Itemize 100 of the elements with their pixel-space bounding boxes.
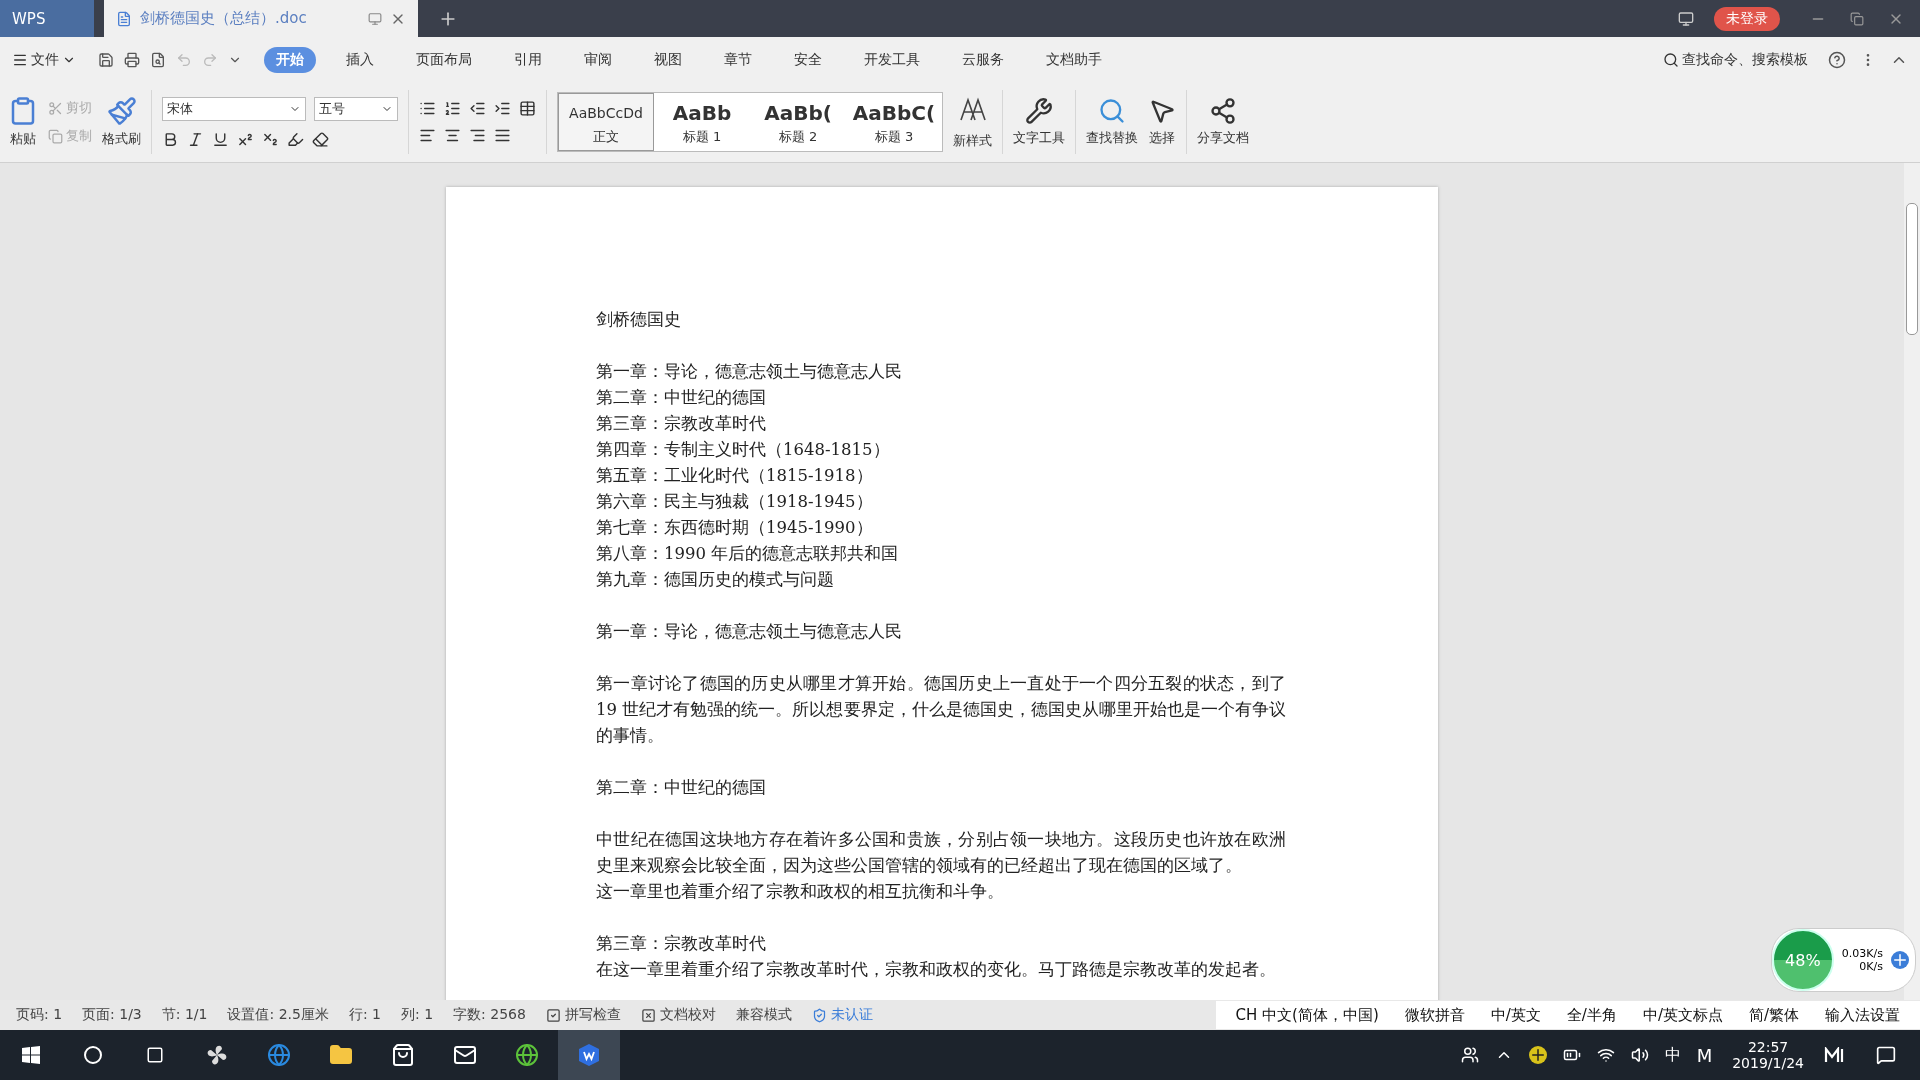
ime-option[interactable]: 输入法设置 <box>1825 1005 1900 1025</box>
document-text: 第一章讨论了德国的历史从哪里才算开始。德国历史上一直处于一个四分五裂的状态，到了 19 世纪才有勉强的统一。所以想要界定，什么是德国史，德国史从哪里开始也是一个有争议的事情。 <box>596 673 1286 747</box>
ime-option[interactable]: 中/英文标点 <box>1642 1005 1723 1025</box>
status-item: 兼容模式 <box>734 1006 793 1024</box>
highlighter-icon[interactable] <box>287 130 304 148</box>
ribbon-tab[interactable]: 章节 <box>712 46 764 73</box>
ribbon-tab[interactable]: 插入 <box>334 46 386 73</box>
status-item: 节: 1/1 <box>160 1006 209 1024</box>
ime-option[interactable]: CH 中文(简体，中国) <box>1235 1005 1379 1025</box>
align-right-icon[interactable] <box>469 127 486 144</box>
print-icon[interactable] <box>124 51 140 68</box>
scrollbar-thumb[interactable] <box>1906 203 1918 335</box>
bullet-list-icon[interactable] <box>419 100 436 117</box>
document-text: 第五章：工业化时代（1815-1918） <box>596 465 874 487</box>
document-text: 第八章：1990 年后的德意志联邦共和国 <box>596 543 900 565</box>
command-search[interactable]: 查找命令、搜索模板 <box>1663 50 1808 69</box>
document-text: 第九章：德国历史的模式与问题 <box>596 569 835 591</box>
ribbon-tab[interactable]: 文档助手 <box>1034 46 1114 73</box>
document-text: 第一章：导论，德意志领土与德意志人民 <box>596 361 903 383</box>
status-item[interactable]: 未认证 <box>801 1006 883 1024</box>
notification-icon[interactable] <box>1876 1045 1896 1065</box>
search-icon <box>1663 51 1679 68</box>
download-speed: 0K/s <box>1859 960 1883 973</box>
add-icon[interactable] <box>1891 951 1909 969</box>
format-painter-button[interactable]: 格式刷 <box>102 96 141 148</box>
document-tab[interactable]: 剑桥德国史（总结）.doc <box>104 0 418 37</box>
memory-gauge: 48% <box>1771 929 1834 991</box>
ribbon-tab[interactable]: 引用 <box>502 46 554 73</box>
status-item: 设置值: 2.5厘米 <box>226 1006 330 1024</box>
ime-option[interactable]: 简/繁体 <box>1748 1005 1799 1025</box>
ribbon-tab[interactable]: 页面布局 <box>404 46 484 73</box>
align-center-icon[interactable] <box>444 127 461 144</box>
status-item: 列: 1 <box>400 1006 435 1024</box>
select-button[interactable]: 选择 <box>1148 97 1176 147</box>
document-text: 第三章：宗教改革时代 <box>596 413 767 435</box>
paintbrush-icon <box>106 96 137 126</box>
wifi-icon[interactable] <box>1596 1046 1615 1064</box>
table-icon[interactable] <box>519 100 536 117</box>
status-item[interactable]: 文档校对 <box>630 1006 726 1024</box>
plus-icon[interactable] <box>1528 1046 1547 1064</box>
numbered-list-icon[interactable] <box>444 100 461 117</box>
document-title: 剑桥德国史 <box>596 309 682 331</box>
print-preview-icon[interactable] <box>150 51 166 68</box>
document-icon <box>116 10 132 27</box>
align-left-icon[interactable] <box>419 127 436 144</box>
app-logo-icon[interactable] <box>1824 1047 1846 1063</box>
ime-option[interactable]: 中/英文 <box>1490 1005 1541 1025</box>
proof-icon <box>640 1007 656 1023</box>
people-icon[interactable] <box>1460 1046 1479 1064</box>
eraser-icon[interactable] <box>312 130 329 148</box>
new-style-button[interactable]: 新样式 <box>953 94 992 150</box>
ribbon-tab[interactable]: 云服务 <box>950 46 1016 73</box>
volume-icon[interactable] <box>1630 1046 1649 1064</box>
status-item: 行: 1 <box>347 1006 382 1024</box>
italic-icon[interactable] <box>187 130 204 148</box>
ime-indicator[interactable]: 中 <box>1664 1044 1681 1066</box>
login-button[interactable]: 未登录 <box>1714 6 1780 31</box>
ribbon-tab[interactable]: 开发工具 <box>852 46 932 73</box>
layout-icon[interactable] <box>1678 10 1694 27</box>
find-replace-button[interactable]: 查找替换 <box>1086 97 1138 147</box>
clock[interactable]: 22:57 2019/1/24 <box>1732 1039 1804 1071</box>
ribbon-tab[interactable]: 安全 <box>782 46 834 73</box>
upload-speed: 0.03K/s <box>1841 947 1883 960</box>
document-tab[interactable]: WPS <box>0 0 94 37</box>
font-select[interactable]: 宋体 <box>162 96 306 121</box>
document-text: 第六章：民主与独裁（1918-1945） <box>596 491 874 513</box>
ime-option[interactable]: 微软拼音 <box>1404 1005 1465 1025</box>
file-menu[interactable]: 文件 <box>12 50 76 69</box>
share-icon <box>1209 97 1237 125</box>
status-item: 页面: 1/3 <box>81 1006 143 1024</box>
spell-check-icon <box>545 1007 561 1023</box>
wrench-icon <box>1025 97 1053 125</box>
text-tools-button[interactable]: 文字工具 <box>1013 97 1065 147</box>
search-icon <box>1098 97 1126 125</box>
document-text: 第四章：专制主义时代（1648-1815） <box>596 439 891 461</box>
outdent-icon[interactable] <box>469 100 486 117</box>
status-item: 字数: 2568 <box>452 1006 527 1024</box>
ime-mode[interactable]: M <box>1696 1044 1713 1066</box>
save-icon[interactable] <box>98 51 114 68</box>
share-button[interactable]: 分享文档 <box>1197 97 1249 147</box>
document-text: 第二章：中世纪的德国 <box>596 777 767 799</box>
ime-option[interactable]: 全/半角 <box>1566 1005 1617 1025</box>
paste-button[interactable]: 粘贴 <box>8 96 38 148</box>
justify-icon[interactable] <box>494 127 511 144</box>
document-text: 中世纪在德国这块地方存在着许多公国和贵族，分别占领一块地方。这段历史也许放在欧洲史里来观察会比较全面，因为这些公国管辖的领域有的已经超出了现在德国的区域了。 <box>596 829 1286 877</box>
shield-icon <box>811 1007 827 1023</box>
document-text: 第一章：导论，德意志领土与德意志人民 <box>596 621 903 643</box>
scissors-icon <box>48 100 63 116</box>
font-size-select[interactable]: 五号 <box>314 96 398 121</box>
indent-icon[interactable] <box>494 100 511 117</box>
ribbon-tab[interactable]: 视图 <box>642 46 694 73</box>
status-item[interactable]: 拼写检查 <box>535 1006 631 1024</box>
ribbon-tab[interactable]: 审阅 <box>572 46 624 73</box>
document-text: 第二章：中世纪的德国 <box>596 387 767 409</box>
underline-icon[interactable] <box>212 130 229 148</box>
help-icon[interactable] <box>1828 50 1846 69</box>
document-text: 这一章里也着重介绍了宗教和政权的相互抗衡和斗争。 <box>596 881 1005 903</box>
restore-icon[interactable] <box>1850 11 1864 26</box>
style-preset[interactable]: AaBbCcDd 正文 <box>558 93 654 151</box>
document-text: 在这一章里着重介绍了宗教改革时代，宗教和政权的变化。马丁路德是宗教改革的发起者。 <box>596 959 1277 981</box>
